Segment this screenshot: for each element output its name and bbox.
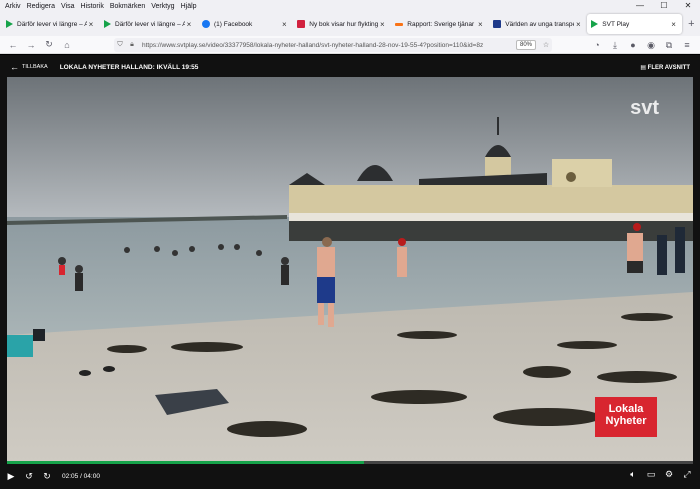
- tab-3[interactable]: (1) Facebook ×: [198, 14, 292, 34]
- badge-line-2: Nyheter: [605, 415, 647, 427]
- tab-label: SVT Play: [602, 20, 630, 28]
- close-icon[interactable]: ×: [378, 20, 386, 29]
- menu-historik[interactable]: Historik: [77, 3, 106, 10]
- more-episodes-label: FLER AVSNITT: [647, 65, 690, 71]
- forward-skip-icon[interactable]: ↻: [38, 471, 56, 482]
- player-controls: ▶ ↺ ↻ 02:05 / 04:00 🔈︎ ▭ ⚙ ⤢: [0, 463, 700, 489]
- play-icon: [104, 20, 111, 28]
- maximize-button[interactable]: ☐: [652, 0, 676, 12]
- pocket-icon[interactable]: ◔: [588, 38, 606, 52]
- subtitles-icon[interactable]: ▭: [642, 469, 660, 480]
- close-window-button[interactable]: ✕: [676, 0, 700, 12]
- more-episodes-button[interactable]: ▤ FLER AVSNITT: [640, 64, 690, 71]
- url-text[interactable]: https://www.svtplay.se/video/33377958/lo…: [138, 42, 516, 49]
- video-frame[interactable]: svt Lokala Nyheter: [7, 77, 693, 462]
- forward-icon[interactable]: →: [22, 40, 40, 50]
- play-icon[interactable]: ▶: [2, 471, 20, 482]
- tab-5[interactable]: Rapport: Sverige tjänar mil ×: [391, 14, 488, 34]
- close-icon[interactable]: ×: [185, 20, 193, 29]
- gp-icon: [493, 20, 502, 28]
- arrow-left-icon: ←: [10, 62, 19, 72]
- close-icon[interactable]: ×: [670, 20, 678, 29]
- fullscreen-icon[interactable]: ⤢: [678, 469, 696, 480]
- tab-4[interactable]: Ny bok visar hur flyktingin ×: [293, 14, 390, 34]
- volume-icon[interactable]: 🔈︎: [624, 469, 642, 480]
- lock-icon[interactable]: 🔒︎: [126, 41, 138, 49]
- tab-1[interactable]: Därför lever vi längre – Avs ×: [2, 14, 99, 34]
- menu-redigera[interactable]: Redigera: [24, 3, 58, 10]
- tab-label: Ny bok visar hur flyktingin: [309, 20, 379, 28]
- window-controls: — ☐ ✕: [628, 0, 700, 12]
- menu-bar: Arkiv Redigera Visa Historik Bokmärken V…: [0, 0, 700, 12]
- menu-arkiv[interactable]: Arkiv: [0, 3, 24, 10]
- menu-icon[interactable]: ≡: [678, 38, 696, 52]
- star-icon[interactable]: ☆: [540, 41, 552, 49]
- new-tab-icon[interactable]: +: [683, 18, 700, 30]
- close-icon[interactable]: ×: [87, 20, 95, 29]
- controls-right: 🔈︎ ▭ ⚙ ⤢: [624, 469, 696, 480]
- menu-hjalp[interactable]: Hjälp: [178, 3, 200, 10]
- download-icon[interactable]: ⤓: [606, 38, 624, 52]
- tab-strip: Därför lever vi längre – Avs × Därför le…: [0, 12, 700, 36]
- player-header: ← TILLBAKA LOKALA NYHETER HALLAND: IKVÄL…: [0, 55, 700, 79]
- shield-icon[interactable]: ⛉: [114, 41, 126, 49]
- minimize-button[interactable]: —: [628, 0, 652, 12]
- close-icon[interactable]: ×: [280, 20, 288, 29]
- tab-label: (1) Facebook: [214, 20, 253, 28]
- tab-label: Världen av unga transperso: [505, 20, 574, 28]
- address-bar[interactable]: ⛉ 🔒︎ https://www.svtplay.se/video/333779…: [114, 38, 552, 52]
- navigation-bar: ← → ↻ ⌂ ⛉ 🔒︎ https://www.svtplay.se/vide…: [0, 36, 700, 54]
- zoom-level[interactable]: 80%: [515, 40, 536, 50]
- episode-title: LOKALA NYHETER HALLAND: IKVÄLL 19:55: [59, 63, 199, 71]
- tab-label: Rapport: Sverige tjänar mil: [407, 20, 476, 28]
- list-icon: ▤: [640, 65, 646, 71]
- lokala-nyheter-badge: Lokala Nyheter: [595, 397, 657, 437]
- facebook-icon: [202, 20, 210, 28]
- settings-icon[interactable]: ⚙: [660, 469, 678, 480]
- tab-6[interactable]: Världen av unga transperso ×: [489, 14, 586, 34]
- close-icon[interactable]: ×: [574, 20, 582, 29]
- extension-icon[interactable]: ◉: [642, 38, 660, 52]
- tab-label: Därför lever vi längre – Avs: [17, 20, 87, 28]
- rewind-icon[interactable]: ↺: [20, 471, 38, 482]
- m-icon: [297, 20, 306, 28]
- play-icon: [6, 20, 13, 28]
- account-icon[interactable]: ●: [624, 38, 642, 52]
- menu-visa[interactable]: Visa: [58, 3, 78, 10]
- badge-line-1: Lokala: [608, 403, 644, 415]
- back-button[interactable]: ← TILLBAKA: [0, 62, 48, 72]
- video-image: [7, 77, 693, 462]
- close-icon[interactable]: ×: [476, 20, 484, 29]
- play-icon: [591, 20, 599, 28]
- menu-bokmarken[interactable]: Bokmärken: [107, 3, 148, 10]
- video-player: ← TILLBAKA LOKALA NYHETER HALLAND: IKVÄL…: [0, 55, 700, 489]
- svt-logo: svt: [630, 97, 659, 119]
- reload-icon[interactable]: ↻: [40, 39, 58, 50]
- tab-2[interactable]: Därför lever vi längre – Avs ×: [100, 14, 197, 34]
- menu-verktyg[interactable]: Verktyg: [148, 3, 177, 10]
- extension-icon[interactable]: ⧉: [660, 38, 678, 52]
- time-display: 02:05 / 04:00: [62, 472, 100, 480]
- tab-label: Därför lever vi längre – Avs: [115, 20, 185, 28]
- toolbar-right: ◔ ⤓ ● ◉ ⧉ ≡: [588, 38, 696, 52]
- back-label: TILLBAKA: [22, 64, 48, 70]
- tab-7[interactable]: SVT Play ×: [587, 14, 682, 34]
- home-icon[interactable]: ⌂: [58, 40, 76, 50]
- back-icon[interactable]: ←: [4, 40, 22, 50]
- arrow-icon: [395, 22, 404, 26]
